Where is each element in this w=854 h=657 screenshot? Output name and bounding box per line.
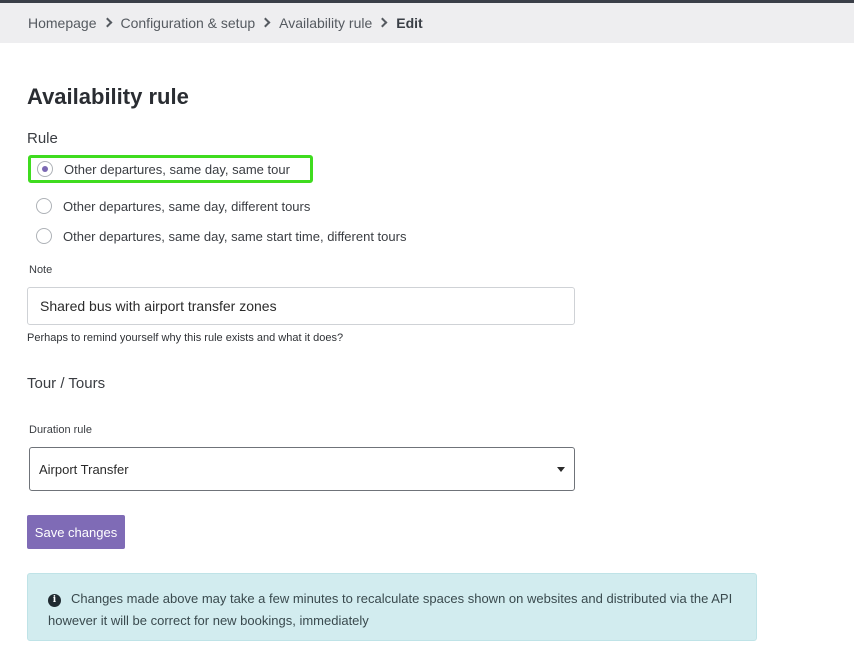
- radio-selected-icon[interactable]: [37, 161, 53, 177]
- rule-option-same-start-time[interactable]: Other departures, same day, same start t…: [28, 222, 406, 250]
- rule-option-label: Other departures, same day, different to…: [63, 198, 311, 214]
- tours-heading: Tour / Tours: [27, 375, 106, 392]
- radio-unselected-icon[interactable]: [36, 228, 52, 244]
- breadcrumb-homepage[interactable]: Homepage: [28, 15, 97, 31]
- save-changes-button[interactable]: Save changes: [27, 515, 125, 549]
- duration-rule-select[interactable]: Airport Transfer: [29, 447, 575, 491]
- page-title: Availability rule: [27, 84, 189, 109]
- breadcrumb-configuration[interactable]: Configuration & setup: [121, 15, 256, 31]
- duration-rule-value: Airport Transfer: [39, 461, 129, 477]
- chevron-right-icon: [372, 16, 396, 30]
- rule-option-same-tour[interactable]: Other departures, same day, same tour: [28, 155, 313, 183]
- note-help-text: Perhaps to remind yourself why this rule…: [27, 332, 344, 344]
- chevron-right-icon: [97, 16, 121, 30]
- duration-rule-label: Duration rule: [29, 424, 92, 436]
- rule-option-label: Other departures, same day, same tour: [64, 161, 290, 177]
- rule-heading: Rule: [27, 130, 58, 147]
- alert-text: Changes made above may take a few minute…: [48, 591, 733, 628]
- radio-unselected-icon[interactable]: [36, 198, 52, 214]
- note-input[interactable]: [27, 287, 575, 325]
- breadcrumb-current: Edit: [396, 15, 423, 31]
- note-label: Note: [29, 264, 53, 276]
- breadcrumb-availability-rule[interactable]: Availability rule: [279, 15, 372, 31]
- info-circle-icon: i: [48, 594, 61, 607]
- chevron-right-icon: [255, 16, 279, 30]
- info-alert: i Changes made above may take a few minut…: [27, 573, 757, 641]
- rule-option-different-tours[interactable]: Other departures, same day, different to…: [28, 192, 310, 220]
- caret-down-icon: [557, 467, 565, 472]
- rule-option-label: Other departures, same day, same start t…: [63, 228, 407, 244]
- breadcrumb: Homepage Configuration & setup Availabil…: [0, 3, 854, 43]
